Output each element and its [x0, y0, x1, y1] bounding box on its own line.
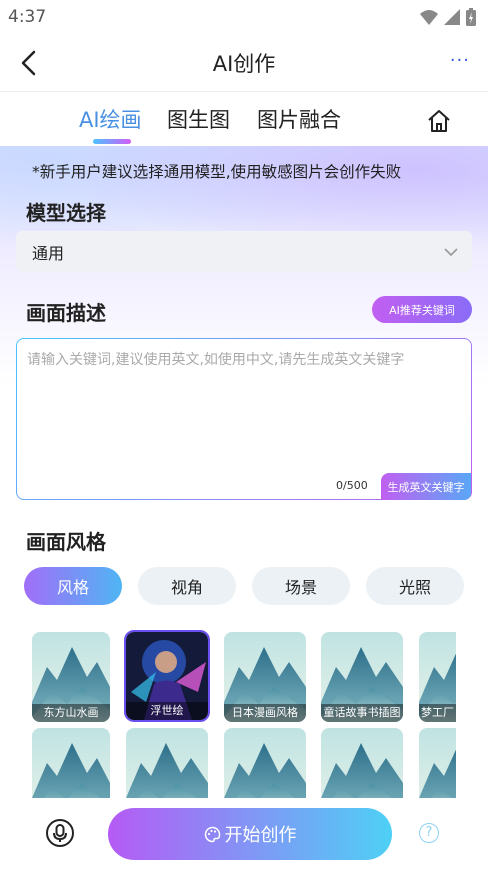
new-user-notice: *新手用户建议选择通用模型,使用敏感图片会创作失败 [32, 163, 402, 181]
start-creation-button[interactable]: 开始创作 [108, 808, 392, 860]
style-thumbnail[interactable] [321, 728, 403, 798]
mode-tabs: AI绘画 图生图 图片融合 [0, 92, 488, 146]
thumbnail-caption: 日本漫画风格 [224, 704, 306, 722]
style-thumbnail[interactable] [126, 728, 208, 798]
style-thumbnail[interactable]: 梦工厂 [419, 632, 456, 722]
style-thumbnail[interactable]: 童话故事书插图 [321, 632, 403, 722]
ai-recommend-keywords-button[interactable]: AI推荐关键词 [372, 296, 472, 323]
battery-icon [466, 8, 476, 26]
model-selected-value: 通用 [32, 243, 65, 263]
style-thumbnail[interactable] [419, 728, 456, 798]
page-title: AI创作 [212, 51, 276, 76]
style-section-title: 画面风格 [26, 530, 106, 554]
tab-image-to-image[interactable]: 图生图 [167, 104, 230, 134]
model-section-title: 模型选择 [26, 201, 106, 225]
home-icon[interactable] [426, 108, 452, 134]
start-creation-label: 开始创作 [224, 825, 297, 846]
tab-ai-painting[interactable]: AI绘画 [79, 104, 142, 134]
style-tab-scene[interactable]: 场景 [252, 567, 350, 605]
status-icons [420, 8, 476, 26]
style-thumbnail[interactable]: 东方山水画 [32, 632, 110, 722]
landscape-painting-image [126, 728, 208, 798]
landscape-painting-image [419, 728, 456, 798]
style-thumbnail[interactable]: 日本漫画风格 [224, 632, 306, 722]
landscape-painting-image [321, 728, 403, 798]
active-tab-indicator [93, 139, 131, 144]
model-select[interactable]: 通用 [16, 231, 472, 272]
chevron-down-icon [444, 248, 458, 257]
description-section-title: 画面描述 [26, 301, 106, 325]
description-input[interactable] [27, 349, 463, 469]
wifi-icon [420, 10, 438, 25]
thumbnail-caption: 东方山水画 [32, 704, 110, 722]
style-thumbnail[interactable] [32, 728, 110, 798]
help-icon[interactable]: ? [419, 823, 439, 843]
style-tab-style[interactable]: 风格 [24, 567, 122, 605]
back-arrow-icon[interactable] [16, 49, 44, 77]
style-tab-lighting[interactable]: 光照 [366, 567, 464, 605]
style-thumbnail-selected[interactable]: 浮世绘 [124, 630, 210, 722]
thumbnail-caption: 童话故事书插图 [321, 704, 403, 722]
signal-icon [444, 9, 460, 25]
style-tab-angle[interactable]: 视角 [138, 567, 236, 605]
palette-icon [204, 826, 220, 842]
more-options-icon[interactable]: ··· [450, 50, 470, 71]
landscape-painting-image [224, 728, 306, 798]
character-count: 0/500 [336, 479, 368, 492]
thumbnail-caption: 梦工厂 [419, 704, 456, 722]
tab-image-fusion[interactable]: 图片融合 [257, 104, 341, 134]
microphone-icon[interactable] [45, 818, 75, 848]
status-time: 4:37 [8, 7, 47, 27]
generate-english-keywords-button[interactable]: 生成英文关键字 [381, 473, 471, 500]
style-thumbnail-grid: 东方山水画 浮世绘 日本漫画风格 童话故事书插图 梦工厂 [32, 630, 456, 798]
style-thumbnail[interactable] [224, 728, 306, 798]
landscape-painting-image [32, 728, 110, 798]
thumbnail-caption: 浮世绘 [126, 702, 208, 720]
description-box: 0/500 生成英文关键字 [16, 338, 472, 500]
status-bar: 4:37 [0, 0, 488, 34]
app-header: AI创作 ··· [0, 34, 488, 92]
